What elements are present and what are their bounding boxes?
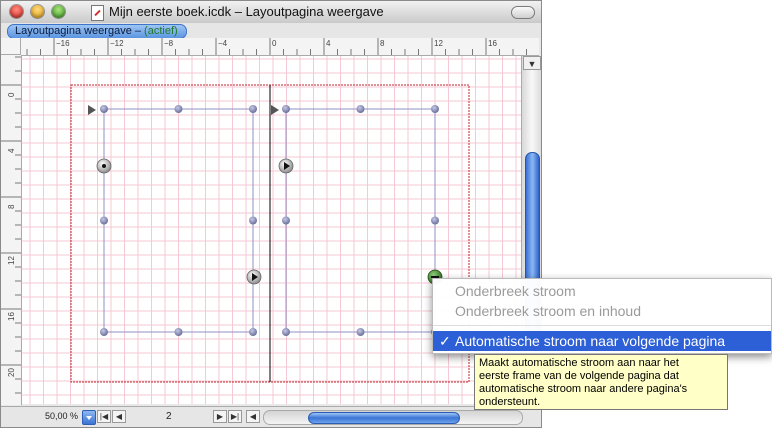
frame-handle[interactable] xyxy=(249,216,257,225)
menu-item-label: Onderbreek stroom xyxy=(455,283,576,299)
vertical-ruler: 0 4 8 12 16 20 xyxy=(1,55,22,405)
menu-item-automatische-stroom[interactable]: ✓ Automatische stroom naar volgende pagin… xyxy=(433,331,771,351)
horizontal-scrollbar[interactable] xyxy=(263,410,523,425)
tooltip: Maakt automatische stroom aan naar het e… xyxy=(474,354,728,410)
horizontal-ruler-ticks xyxy=(26,38,527,55)
frame-handle[interactable] xyxy=(249,328,257,336)
next-page-icon[interactable]: ▶ xyxy=(213,410,227,423)
tab-label: Layoutpagina weergave – xyxy=(15,25,145,37)
zoom-level: 50,00 % xyxy=(45,411,79,421)
first-page-icon[interactable]: |◀ xyxy=(97,410,111,423)
frame-handle[interactable] xyxy=(282,105,290,113)
scroll-up-arrow-icon[interactable]: ▼ xyxy=(523,56,541,70)
previous-page-icon[interactable]: ◀ xyxy=(112,410,126,423)
scroll-left-arrow-icon[interactable]: ◀ xyxy=(246,410,260,423)
tab-layoutpagina-weergave[interactable]: Layoutpagina weergave – (actief) xyxy=(7,24,187,39)
ruler-label: 0 xyxy=(7,92,16,97)
horizontal-scroll-thumb[interactable] xyxy=(308,412,460,424)
menu-item-label: Onderbreek stroom en inhoud xyxy=(455,303,641,319)
document-icon xyxy=(91,5,104,21)
page-number[interactable]: 2 xyxy=(166,411,172,422)
flow-out-icon[interactable] xyxy=(246,269,262,285)
checkmark-icon: ✓ xyxy=(439,333,451,349)
frame-handle[interactable] xyxy=(431,105,439,113)
ruler-label: 12 xyxy=(7,256,16,265)
tooltip-line: ondersteunt. xyxy=(479,396,541,408)
ruler-label: −4 xyxy=(218,39,228,48)
document-window: Mijn eerste boek.icdk – Layoutpagina wee… xyxy=(0,0,542,428)
frame-handle[interactable] xyxy=(100,105,108,113)
text-frame-right[interactable] xyxy=(285,108,436,333)
frame-handle[interactable] xyxy=(282,216,290,225)
frame-handle[interactable] xyxy=(282,328,290,336)
frame-handle[interactable] xyxy=(356,105,365,113)
flow-out-icon[interactable] xyxy=(278,158,294,174)
frame-handle[interactable] xyxy=(174,328,183,336)
horizontal-ruler: −16 −12 −8 −4 0 4 8 12 16 xyxy=(21,38,539,56)
menu-item-onderbreek-stroom-en-inhoud[interactable]: Onderbreek stroom en inhoud xyxy=(433,301,771,321)
frame-handle[interactable] xyxy=(431,216,439,225)
tab-status: (actief) xyxy=(144,25,178,37)
minimize-icon[interactable] xyxy=(31,5,44,18)
last-page-icon[interactable]: ▶| xyxy=(228,410,242,423)
menu-item-onderbreek-stroom[interactable]: Onderbreek stroom xyxy=(433,281,771,301)
ruler-label: 20 xyxy=(7,368,16,377)
ruler-label: 16 xyxy=(7,312,16,321)
flow-context-menu: Onderbreek stroom Onderbreek stroom en i… xyxy=(432,278,772,354)
tooltip-line: automatische stroom naar andere pagina's xyxy=(479,383,688,395)
frame-handle[interactable] xyxy=(356,328,365,336)
bottom-bar: 50,00 % |◀ ◀ 2 ▶ ▶| ◀ xyxy=(1,406,541,427)
toolbar-toggle-button[interactable] xyxy=(511,6,535,19)
tab-bar: Layoutpagina weergave – (actief) xyxy=(1,23,541,39)
menu-item-label: Automatische stroom naar volgende pagina xyxy=(455,333,726,349)
flow-arrow-icon[interactable] xyxy=(88,105,96,115)
zoom-popup-button[interactable] xyxy=(82,410,96,425)
flow-link-icon[interactable] xyxy=(96,158,112,174)
zoom-icon[interactable] xyxy=(52,5,65,18)
frame-handle[interactable] xyxy=(174,105,183,113)
ruler-label: 0 xyxy=(272,39,277,48)
frame-handle[interactable] xyxy=(249,105,257,113)
frame-handle[interactable] xyxy=(100,216,108,225)
tooltip-line: eerste frame van de volgende pagina dat xyxy=(479,370,679,382)
close-icon[interactable] xyxy=(10,5,23,18)
ruler-label: 8 xyxy=(7,204,16,209)
flow-arrow-icon[interactable] xyxy=(271,105,279,115)
ruler-label: 8 xyxy=(380,39,385,48)
ruler-label: −8 xyxy=(164,39,174,48)
ruler-label: 12 xyxy=(434,39,443,48)
ruler-label: 4 xyxy=(7,148,16,153)
ruler-label: 16 xyxy=(488,39,497,48)
window-title: Mijn eerste boek.icdk – Layoutpagina wee… xyxy=(109,4,384,19)
menu-separator xyxy=(433,325,771,326)
ruler-label: −16 xyxy=(56,39,70,48)
ruler-label: 4 xyxy=(326,39,331,48)
ruler-label: −12 xyxy=(110,39,124,48)
vertical-ruler-ticks xyxy=(1,56,21,394)
ruler-corner xyxy=(1,38,21,55)
tooltip-line: Maakt automatische stroom aan naar het xyxy=(479,357,679,369)
frame-handle[interactable] xyxy=(100,328,108,336)
title-bar[interactable]: Mijn eerste boek.icdk – Layoutpagina wee… xyxy=(1,1,541,24)
